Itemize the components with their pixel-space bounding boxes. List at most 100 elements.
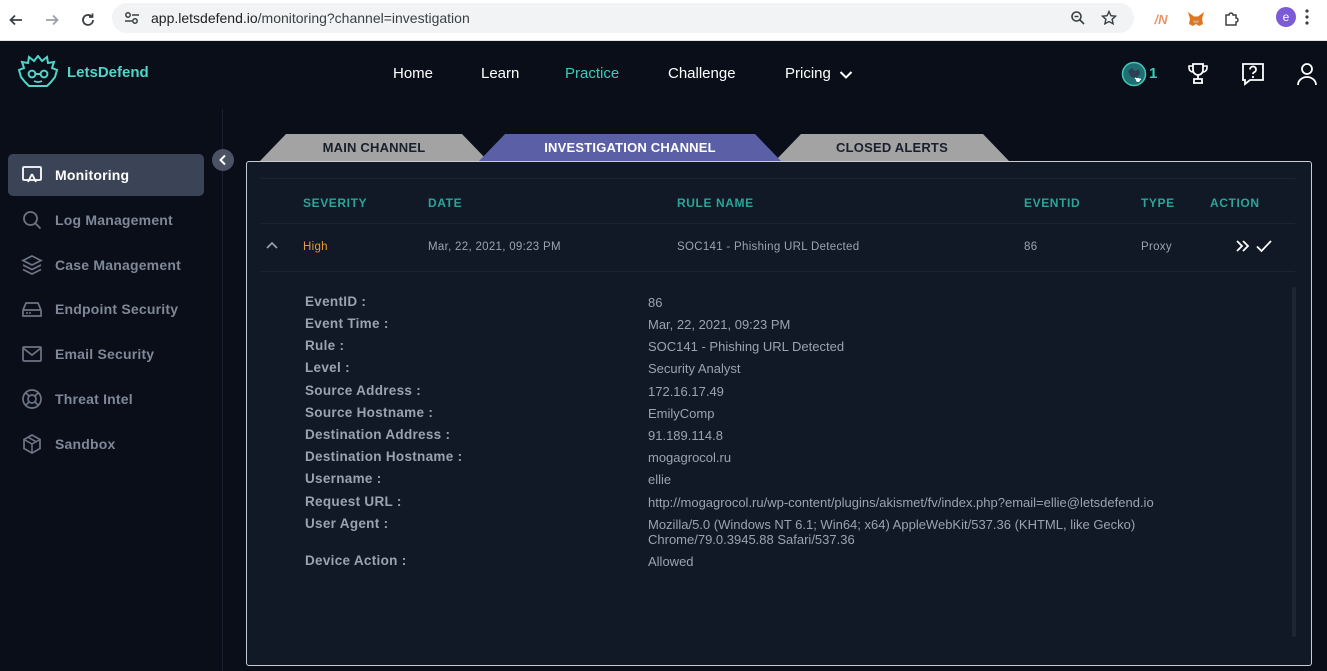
detail-label-destination-hostname: Destination Hostname :: [305, 449, 463, 464]
detail-value-username: ellie: [648, 472, 672, 487]
detail-label-source-address: Source Address :: [305, 383, 422, 398]
nav-home[interactable]: Home: [393, 65, 433, 82]
table-row[interactable]: High Mar, 22, 2021, 09:23 PM SOC141 - Ph…: [261, 224, 1295, 272]
notification-count: 1: [1149, 65, 1158, 82]
chevron-down-icon: [839, 71, 853, 79]
sidebar-item-label: Email Security: [55, 346, 155, 362]
sidebar-item-case-management[interactable]: Case Management: [8, 244, 204, 286]
sidebar-item-log-management[interactable]: Log Management: [8, 199, 204, 241]
sidebar-item-label: Monitoring: [55, 167, 130, 183]
mail-icon: [22, 346, 42, 362]
detail-label-eventid: EventID :: [305, 294, 367, 309]
detail-value-rule: SOC141 - Phishing URL Detected: [648, 339, 845, 354]
extensions-puzzle-icon[interactable]: [1221, 8, 1243, 30]
bookmark-star-icon: [1101, 10, 1117, 26]
detail-label-event-time: Event Time :: [305, 316, 389, 331]
detail-value-event-time: Mar, 22, 2021, 09:23 PM: [648, 317, 791, 332]
brand-name: LetsDefend: [67, 63, 149, 81]
column-header-type[interactable]: TYPE: [1141, 196, 1175, 210]
detail-value-user-agent: Mozilla/5.0 (Windows NT 6.1; Win64; x64)…: [648, 517, 1136, 547]
monitor-icon: [22, 166, 42, 183]
sidebar-item-threat-intel[interactable]: Threat Intel: [8, 378, 204, 420]
brand-logo[interactable]: LetsDefend: [17, 55, 149, 89]
layers-icon: [21, 255, 43, 275]
nav-practice[interactable]: Practice: [565, 65, 619, 82]
detail-label-device-action: Device Action :: [305, 553, 407, 568]
tab-closed-alerts[interactable]: CLOSED ALERTS: [775, 133, 1009, 161]
sidebar: Monitoring Log Management Case Managemen…: [0, 109, 223, 671]
url-text: app.letsdefend.io/monitoring?channel=inv…: [151, 10, 470, 26]
kebab-menu-icon[interactable]: [1305, 9, 1309, 25]
detail-label-rule: Rule :: [305, 338, 345, 353]
life-buoy-icon: [22, 389, 42, 409]
sidebar-item-label: Endpoint Security: [55, 301, 179, 317]
nav-pricing-label: Pricing: [785, 65, 831, 82]
trophy-icon[interactable]: [1187, 62, 1209, 86]
browser-toolbar: app.letsdefend.io/monitoring?channel=inv…: [0, 0, 1327, 41]
details-scrollbar[interactable]: [1292, 287, 1296, 637]
sidebar-item-label: Sandbox: [55, 436, 116, 452]
alert-eventid: 86: [1024, 241, 1038, 253]
tab-label: CLOSED ALERTS: [836, 140, 948, 155]
back-button[interactable]: [4, 8, 28, 32]
reload-icon: [82, 13, 94, 26]
detail-value-destination-hostname: mogagrocol.ru: [648, 450, 732, 465]
detail-value-device-action: Allowed: [648, 554, 694, 569]
nav-challenge[interactable]: Challenge: [668, 65, 736, 82]
detail-label-username: Username :: [305, 471, 382, 486]
detail-value-level: Security Analyst: [648, 361, 741, 376]
alert-type: Proxy: [1141, 241, 1172, 253]
severity-badge: High: [303, 241, 328, 253]
detail-label-level: Level :: [305, 360, 350, 375]
column-header-rule-name[interactable]: RULE NAME: [677, 196, 754, 210]
cube-icon: [23, 434, 41, 454]
tab-main-channel[interactable]: MAIN CHANNEL: [260, 133, 488, 161]
sidebar-collapse-button[interactable]: [212, 149, 234, 171]
tab-label: MAIN CHANNEL: [322, 140, 426, 155]
reload-button[interactable]: [76, 8, 100, 32]
hedgehog-logo-icon: [17, 55, 59, 87]
extension-n-icon[interactable]: /N: [1150, 8, 1172, 30]
notification-badge-icon[interactable]: [1121, 61, 1147, 87]
nav-learn[interactable]: Learn: [481, 65, 519, 82]
tab-investigation-channel[interactable]: INVESTIGATION CHANNEL: [479, 133, 781, 161]
sidebar-item-label: Threat Intel: [55, 391, 133, 407]
address-bar[interactable]: app.letsdefend.io/monitoring?channel=inv…: [112, 3, 1134, 33]
user-icon[interactable]: [1296, 62, 1318, 86]
column-header-action: ACTION: [1210, 196, 1260, 210]
sidebar-item-endpoint-security[interactable]: Endpoint Security: [8, 288, 204, 330]
column-header-date[interactable]: DATE: [428, 196, 462, 210]
alert-date: Mar, 22, 2021, 09:23 PM: [428, 241, 561, 253]
detail-value-request-url[interactable]: http://mogagrocol.ru/wp-content/plugins/…: [648, 495, 1228, 510]
tab-label: INVESTIGATION CHANNEL: [544, 140, 716, 155]
site-settings-icon: [125, 12, 139, 24]
profile-avatar[interactable]: e: [1276, 7, 1296, 27]
zoom-icon: [1071, 11, 1085, 25]
sidebar-item-sandbox[interactable]: Sandbox: [8, 423, 204, 465]
nav-pricing[interactable]: Pricing: [785, 65, 853, 82]
alert-rule-name: SOC141 - Phishing URL Detected: [677, 241, 860, 253]
sidebar-item-label: Log Management: [55, 212, 173, 228]
table-header: SEVERITY DATE RULE NAME EVENTID TYPE ACT…: [261, 178, 1295, 224]
chevron-left-icon: [219, 154, 226, 166]
detail-value-source-address: 172.16.17.49: [648, 384, 724, 399]
app-header: LetsDefend Home Learn Practice Challenge…: [0, 41, 1327, 109]
arrow-right-icon: [46, 14, 59, 26]
sidebar-item-label: Case Management: [55, 257, 181, 273]
escalate-double-chevron-icon[interactable]: [1235, 238, 1251, 254]
help-icon[interactable]: [1241, 62, 1265, 86]
sidebar-item-monitoring[interactable]: Monitoring: [8, 154, 204, 196]
sidebar-item-email-security[interactable]: Email Security: [8, 333, 204, 375]
column-header-severity[interactable]: SEVERITY: [303, 196, 367, 210]
close-alert-check-icon[interactable]: [1255, 238, 1273, 254]
chevron-up-icon[interactable]: [265, 239, 279, 251]
column-header-eventid[interactable]: EVENTID: [1024, 196, 1080, 210]
forward-button[interactable]: [40, 8, 64, 32]
detail-label-user-agent: User Agent :: [305, 516, 389, 531]
alerts-panel: SEVERITY DATE RULE NAME EVENTID TYPE ACT…: [246, 161, 1312, 666]
detail-value-destination-address: 91.189.114.8: [648, 428, 723, 443]
hard-drive-icon: [22, 302, 42, 317]
metamask-icon[interactable]: [1185, 8, 1207, 30]
arrow-left-icon: [9, 14, 22, 26]
detail-label-source-hostname: Source Hostname :: [305, 405, 434, 420]
